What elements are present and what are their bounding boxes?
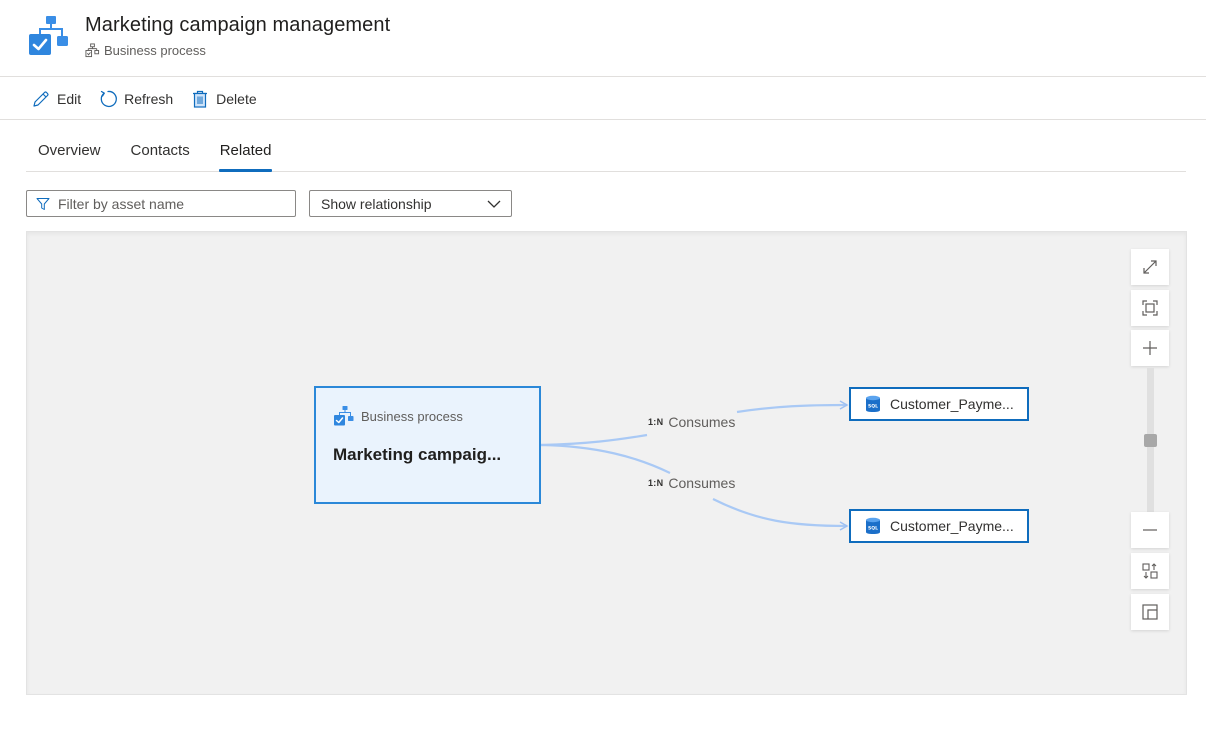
delete-button[interactable]: Delete bbox=[190, 89, 257, 109]
related-asset-node-2[interactable]: SQL Customer_Payme... bbox=[849, 509, 1029, 543]
relationship-graph-canvas[interactable]: Business process Marketing campaig... 1:… bbox=[26, 231, 1187, 695]
related-asset-node-1[interactable]: SQL Customer_Payme... bbox=[849, 387, 1029, 421]
fit-to-screen-button[interactable] bbox=[1131, 290, 1169, 326]
zoom-in-button[interactable] bbox=[1131, 330, 1169, 366]
relationship-dropdown[interactable]: Show relationship bbox=[309, 190, 512, 217]
edge-relationship-text: Consumes bbox=[668, 414, 736, 430]
svg-text:SQL: SQL bbox=[868, 526, 878, 532]
asset-type-label: Business process bbox=[85, 43, 206, 58]
tab-related[interactable]: Related bbox=[218, 130, 273, 172]
chevron-down-icon bbox=[487, 200, 501, 208]
expand-icon bbox=[1143, 260, 1157, 274]
page-title: Marketing campaign management bbox=[85, 14, 391, 36]
minimap-icon bbox=[1142, 604, 1158, 620]
related-asset-name: Customer_Payme... bbox=[890, 518, 1014, 534]
trash-icon bbox=[193, 90, 208, 108]
asset-type-text: Business process bbox=[104, 43, 206, 58]
svg-text:SQL: SQL bbox=[868, 404, 878, 410]
fit-to-screen-icon bbox=[1142, 300, 1158, 316]
business-process-icon bbox=[334, 406, 354, 426]
tab-overview[interactable]: Overview bbox=[38, 130, 101, 171]
sql-database-icon: SQL bbox=[866, 517, 880, 534]
filter-icon bbox=[36, 197, 50, 210]
related-asset-name: Customer_Payme... bbox=[890, 396, 1014, 412]
edge-relationship-text: Consumes bbox=[668, 475, 736, 491]
command-bar: Edit Refresh Delete bbox=[0, 78, 1206, 120]
page-header: Marketing campaign management Business p… bbox=[0, 0, 1206, 77]
rearrange-icon bbox=[1142, 563, 1158, 579]
business-process-icon bbox=[29, 16, 68, 55]
cardinality-badge: 1:N bbox=[648, 478, 664, 488]
cardinality-badge: 1:N bbox=[648, 417, 664, 427]
edge-line-2a bbox=[540, 443, 671, 474]
graph-edges bbox=[540, 400, 849, 531]
business-process-small-icon bbox=[85, 43, 100, 58]
tab-contacts[interactable]: Contacts bbox=[131, 130, 190, 171]
edge-line-2b bbox=[712, 498, 849, 531]
refresh-label: Refresh bbox=[124, 90, 174, 107]
filter-box bbox=[26, 190, 296, 217]
edit-label: Edit bbox=[57, 90, 82, 107]
zoom-out-icon bbox=[1143, 529, 1157, 531]
refresh-icon bbox=[100, 90, 118, 107]
main-node-type: Business process bbox=[333, 405, 539, 427]
edge-line-1a bbox=[540, 433, 648, 447]
main-node-name: Marketing campaig... bbox=[333, 445, 502, 464]
main-asset-node[interactable]: Business process Marketing campaig... bbox=[314, 386, 541, 504]
rearrange-button[interactable] bbox=[1131, 553, 1169, 589]
sql-database-icon: SQL bbox=[866, 395, 880, 412]
edit-button[interactable]: Edit bbox=[31, 89, 81, 109]
zoom-out-button[interactable] bbox=[1131, 512, 1169, 548]
minimap-button[interactable] bbox=[1131, 594, 1169, 630]
main-node-type-label: Business process bbox=[361, 408, 463, 424]
delete-label: Delete bbox=[216, 90, 257, 107]
edge-line-1b bbox=[736, 400, 849, 414]
zoom-in-icon bbox=[1143, 341, 1157, 355]
refresh-button[interactable]: Refresh bbox=[98, 89, 173, 109]
filter-input[interactable] bbox=[58, 195, 278, 212]
edge-label-1: 1:N Consumes bbox=[648, 414, 735, 430]
zoom-slider-thumb[interactable] bbox=[1144, 434, 1157, 447]
pencil-icon bbox=[33, 90, 49, 107]
expand-button[interactable] bbox=[1131, 249, 1169, 285]
tab-list: Overview Contacts Related bbox=[26, 130, 1186, 172]
relationship-dropdown-value: Show relationship bbox=[321, 195, 432, 212]
edge-label-2: 1:N Consumes bbox=[648, 475, 735, 491]
